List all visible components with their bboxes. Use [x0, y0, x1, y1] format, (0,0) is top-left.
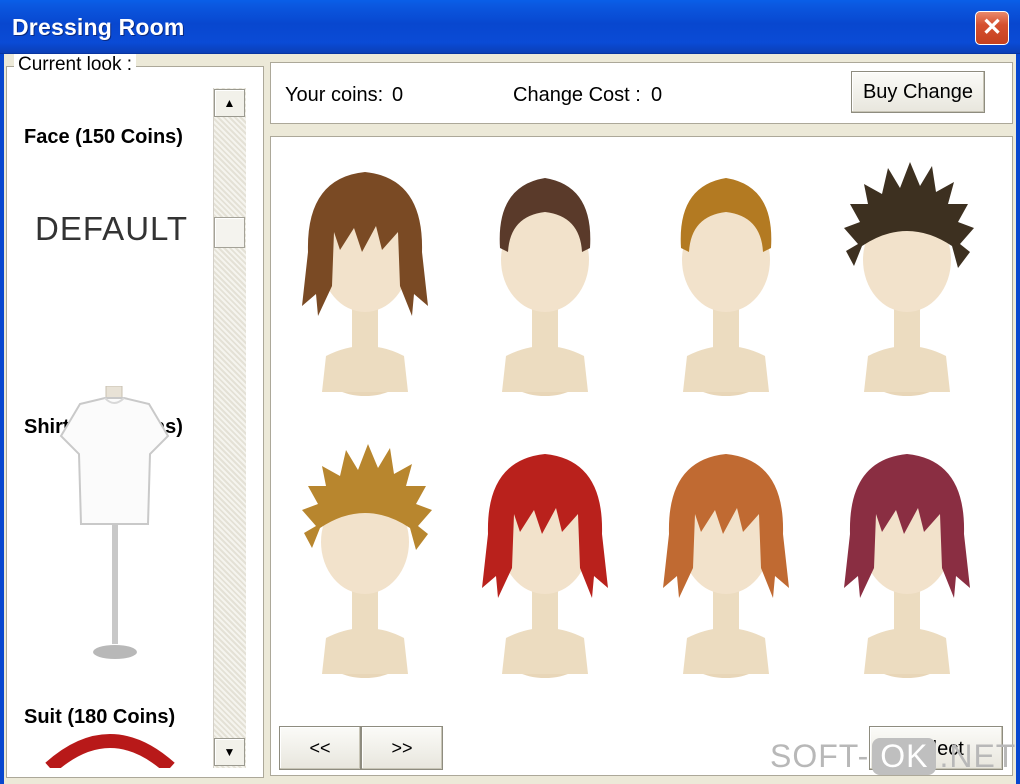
window-title: Dressing Room [12, 14, 185, 40]
close-button[interactable]: ✕ [975, 11, 1009, 45]
close-icon: ✕ [981, 14, 1003, 41]
coins-value: 0 [392, 84, 404, 106]
hair-option-1[interactable] [290, 156, 440, 396]
hair-preview-3 [680, 178, 772, 396]
hair-preview-7 [663, 454, 789, 678]
watermark-logo: SOFT- OK .NET [770, 738, 1017, 775]
hair-option-2[interactable] [470, 156, 620, 396]
hair-preview-5 [302, 444, 432, 678]
next-page-button[interactable]: >> [361, 726, 443, 770]
coins-label: Your coins: [285, 84, 384, 106]
hair-option-5[interactable] [290, 438, 440, 678]
arrow-up-icon: ▲ [223, 96, 236, 110]
current-look-legend: Current look : [14, 54, 137, 76]
buy-change-button[interactable]: Buy Change [851, 71, 985, 113]
arrow-down-icon: ▼ [223, 745, 236, 759]
hair-preview-6 [482, 454, 608, 678]
face-category-title: Face (150 Coins) [24, 126, 183, 148]
hair-preview-8 [844, 454, 970, 678]
shirt-mannequin[interactable] [50, 386, 180, 666]
suit-preview[interactable] [40, 724, 180, 768]
scroll-down-button[interactable]: ▼ [214, 738, 245, 766]
face-value: DEFAULT [35, 210, 189, 247]
hair-preview-4 [844, 162, 974, 396]
hair-preview-1 [302, 172, 428, 396]
hair-option-8[interactable] [832, 438, 982, 678]
hair-option-7[interactable] [651, 438, 801, 678]
prev-page-button[interactable]: << [279, 726, 361, 770]
title-bar: Dressing Room ✕ [0, 0, 1020, 54]
hair-option-6[interactable] [470, 438, 620, 678]
hair-preview-2 [499, 178, 591, 396]
change-cost-value: 0 [651, 84, 663, 106]
left-scrollbar-track[interactable] [213, 88, 246, 768]
hair-option-4[interactable] [832, 156, 982, 396]
change-cost-label: Change Cost : [513, 84, 641, 106]
hair-option-3[interactable] [651, 156, 801, 396]
scroll-thumb[interactable] [214, 217, 245, 248]
scroll-up-button[interactable]: ▲ [214, 89, 245, 117]
